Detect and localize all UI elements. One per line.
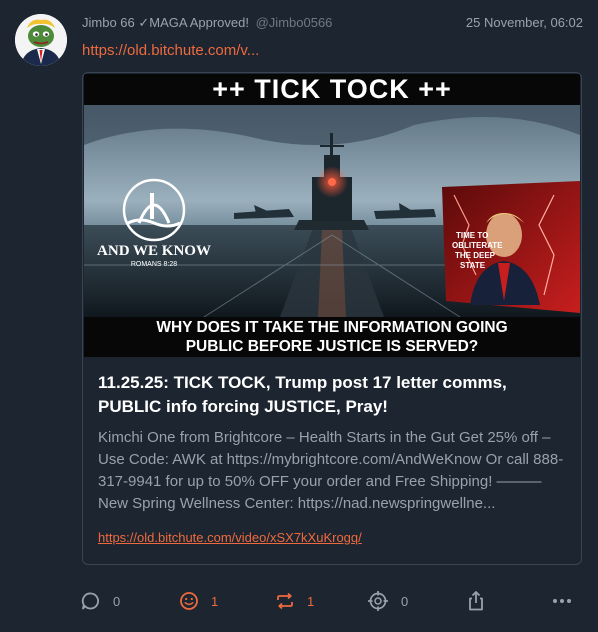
card-title[interactable]: 11.25.25: TICK TOCK, Trump post 17 lette… — [98, 371, 568, 419]
poster-text-1: TIME TO — [456, 231, 488, 240]
logo-text: AND WE KNOW — [97, 243, 211, 259]
poster-text-2: OBLITERATE — [452, 241, 503, 250]
share-icon — [469, 591, 483, 611]
react-count: 1 — [211, 593, 219, 609]
thumbnail-bottom-line-2: PUBLIC BEFORE JUSTICE IS SERVED? — [185, 338, 479, 355]
repost-count: 1 — [307, 593, 315, 609]
author-line: Jimbo 66 ✓MAGA Approved! @Jimbo0566 — [82, 15, 332, 31]
action-bar: 0 1 1 0 — [0, 588, 598, 614]
thumbnail-top-banner: ++ TICK TOCK ++ — [84, 74, 580, 105]
react-button[interactable]: 1 — [179, 588, 218, 614]
logo-subtext: ROMANS 8:28 — [131, 261, 177, 268]
card-description: Kimchi One from Brightcore – Health Star… — [98, 429, 564, 512]
thumbnail-bottom-line-1: WHY DOES IT TAKE THE INFORMATION GOING — [156, 319, 508, 336]
thumbnail-scene: AND WE KNOW ROMANS 8:28 TIME TO OBLITERA… — [84, 105, 580, 317]
trump-poster: TIME TO OBLITERATE THE DEEP STATE — [442, 181, 580, 313]
more-icon — [553, 599, 571, 603]
poster-text-4: STATE — [460, 261, 486, 270]
author-handle[interactable]: @Jimbo0566 — [256, 15, 333, 30]
preview-thumbnail[interactable]: ++ TICK TOCK ++ AND WE KNOW ROMANS 8:28 … — [84, 74, 580, 357]
link-preview-card[interactable]: ++ TICK TOCK ++ AND WE KNOW ROMANS 8:28 … — [82, 72, 582, 565]
zap-count: 0 — [401, 593, 409, 609]
zap-button[interactable]: 0 — [367, 588, 408, 614]
avatar-image — [15, 14, 67, 66]
post: Jimbo 66 ✓MAGA Approved! @Jimbo0566 25 N… — [0, 0, 598, 632]
author-name[interactable]: Jimbo 66 ✓MAGA Approved! — [82, 15, 249, 30]
reply-button[interactable]: 0 — [81, 588, 120, 614]
thumbnail-bottom-banner: WHY DOES IT TAKE THE INFORMATION GOING P… — [84, 317, 580, 357]
post-timestamp[interactable]: 25 November, 06:02 — [466, 15, 583, 30]
poster-text-3: THE DEEP — [455, 251, 496, 260]
more-button[interactable] — [552, 588, 572, 614]
repost-button[interactable]: 1 — [275, 588, 314, 614]
reply-count: 0 — [113, 593, 121, 609]
crosshair-icon — [368, 591, 388, 611]
card-link[interactable]: https://old.bitchute.com/video/xSX7kXuKr… — [98, 530, 362, 545]
post-link[interactable]: https://old.bitchute.com/v... — [82, 42, 259, 59]
share-button[interactable] — [466, 588, 486, 614]
repost-icon — [277, 592, 293, 610]
avatar[interactable] — [15, 14, 67, 66]
smile-icon — [180, 592, 198, 610]
reply-icon — [81, 592, 99, 610]
